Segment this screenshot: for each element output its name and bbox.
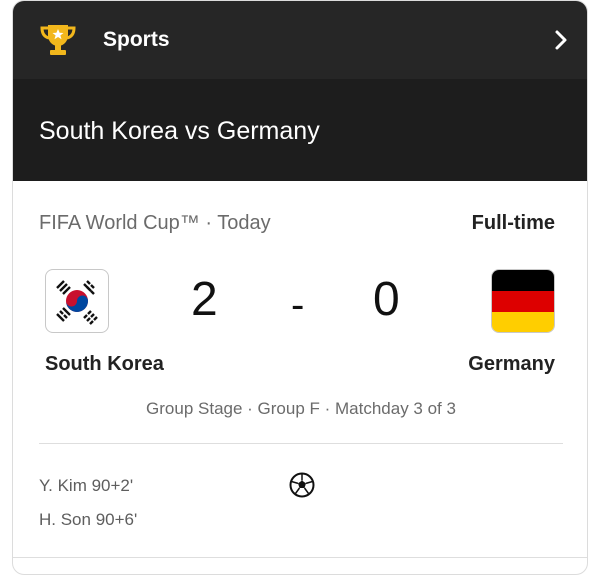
score-separator: - bbox=[291, 283, 305, 327]
footer-divider bbox=[13, 557, 587, 558]
sports-header[interactable]: Sports bbox=[13, 1, 587, 79]
match-title: South Korea vs Germany bbox=[39, 117, 320, 145]
away-score: 0 bbox=[373, 273, 400, 326]
soccer-ball-icon bbox=[289, 472, 315, 498]
stage-info: Group Stage · Group F · Matchday 3 of 3 bbox=[146, 399, 456, 418]
home-team-name[interactable]: South Korea bbox=[45, 351, 164, 377]
germany-flag-stripe-black bbox=[492, 270, 554, 291]
away-team-name[interactable]: Germany bbox=[468, 351, 555, 377]
germany-flag-stripe-red bbox=[492, 291, 554, 312]
south-korea-flag-icon bbox=[45, 269, 109, 333]
germany-flag-icon bbox=[491, 269, 555, 333]
header-title: Sports bbox=[103, 28, 170, 51]
goal-scorer: H. Son 90+6' bbox=[39, 510, 138, 529]
chevron-right-icon[interactable] bbox=[553, 28, 569, 52]
competition-label: FIFA World Cup™ · Today bbox=[39, 212, 271, 234]
divider bbox=[39, 443, 563, 444]
match-status: Full-time bbox=[471, 212, 555, 234]
germany-flag-stripe-gold bbox=[492, 312, 554, 332]
match-title-bar: South Korea vs Germany bbox=[13, 79, 587, 181]
home-score: 2 bbox=[191, 273, 218, 326]
south-korea-flag-graphic bbox=[56, 280, 98, 325]
goal-scorer: Y. Kim 90+2' bbox=[39, 476, 134, 495]
trophy-icon bbox=[40, 25, 76, 55]
match-card: Sports South Korea vs Germany FIFA World… bbox=[12, 0, 588, 575]
